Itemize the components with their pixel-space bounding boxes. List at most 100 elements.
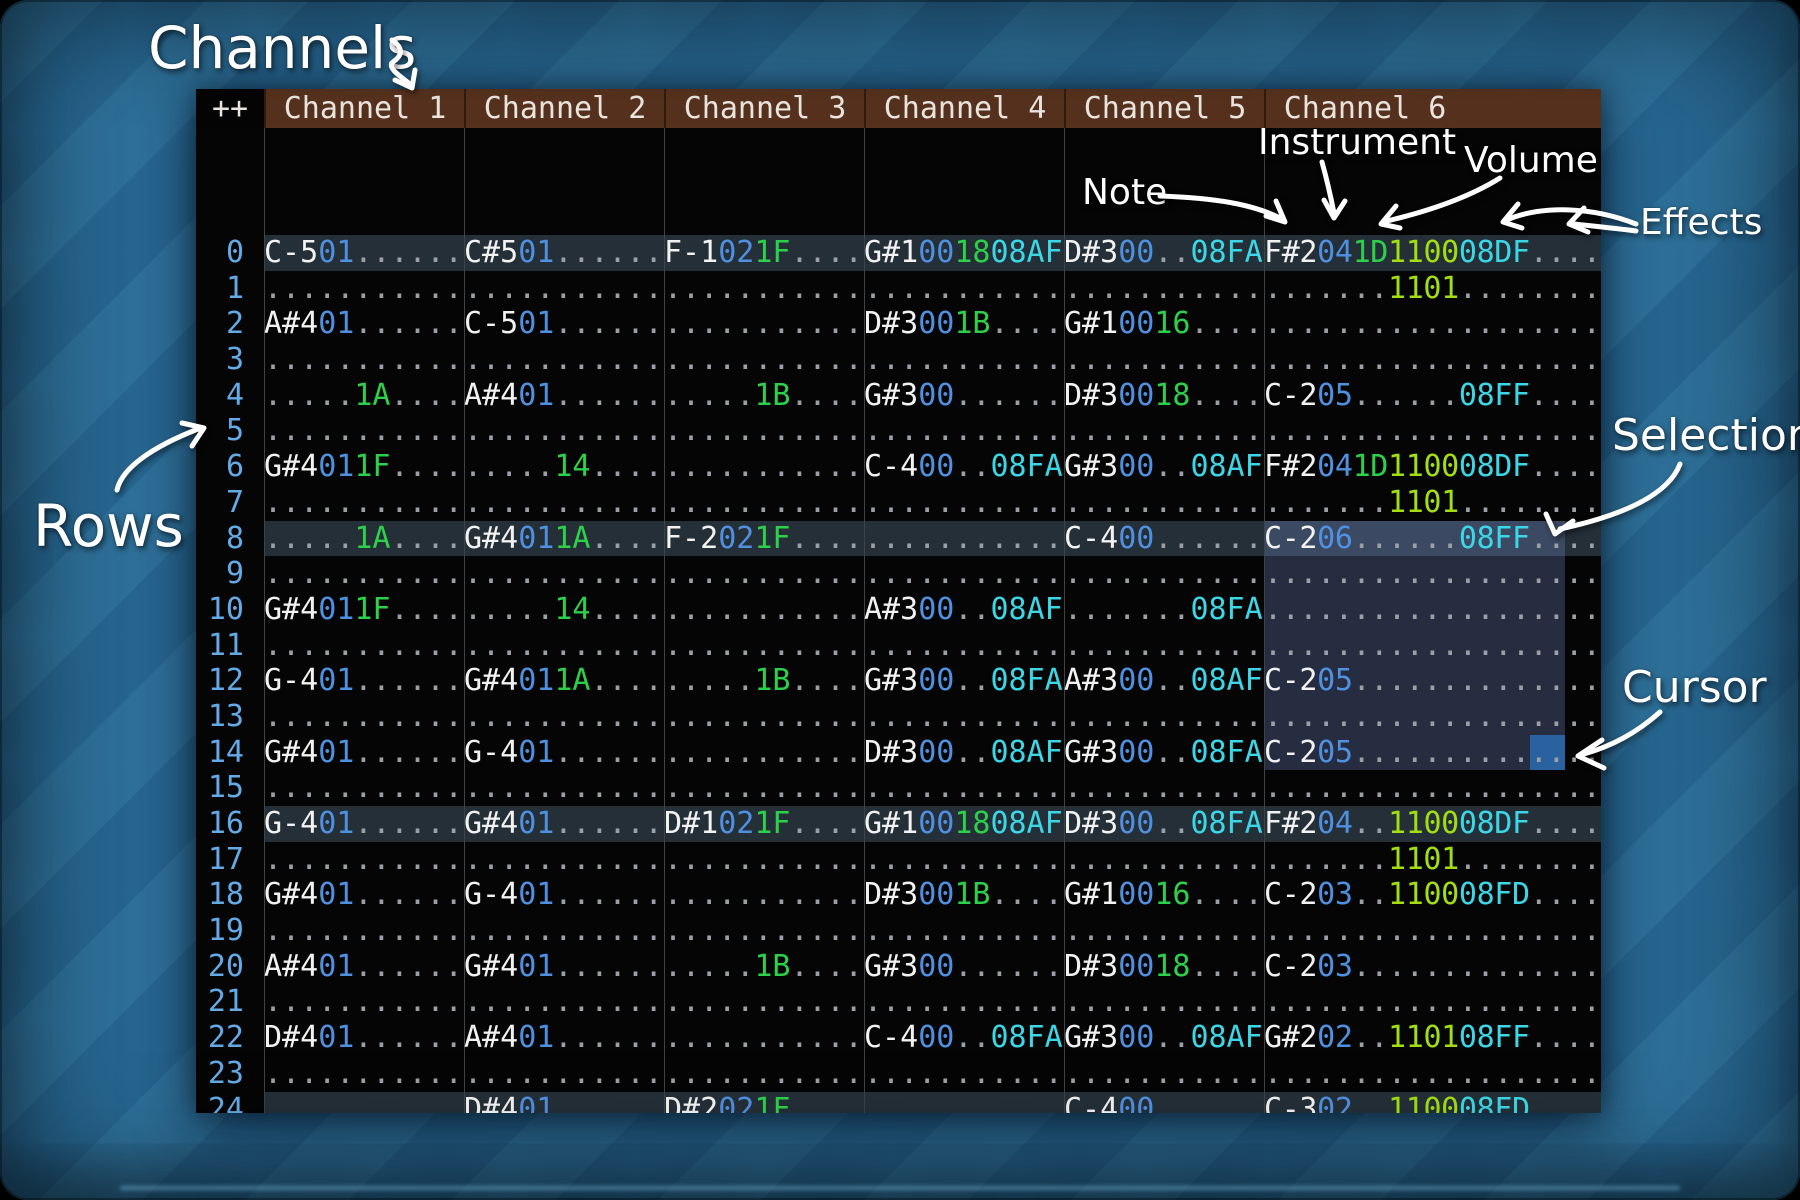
pattern-cell[interactable]: ................... <box>1264 984 1601 1020</box>
pattern-cell[interactable]: G-401...... <box>464 735 664 771</box>
pattern-cell[interactable]: ........... <box>264 485 464 521</box>
pattern-cell[interactable]: ........... <box>864 842 1064 878</box>
pattern-cell[interactable]: G#4011F.... <box>264 449 464 485</box>
pattern-cell[interactable]: D#30018.... <box>1064 949 1264 985</box>
pattern-cell[interactable]: ........... <box>864 1092 1064 1114</box>
pattern-cell[interactable]: ........... <box>864 521 1064 557</box>
pattern-cell[interactable]: ................... <box>1264 592 1601 628</box>
pattern-cell[interactable]: ........... <box>1064 842 1264 878</box>
pattern-cell[interactable]: ........... <box>1064 984 1264 1020</box>
pattern-cell[interactable]: ........... <box>464 1056 664 1092</box>
pattern-cell[interactable]: .....1B.... <box>664 378 864 414</box>
pattern-cell[interactable]: D#3001B.... <box>864 877 1064 913</box>
pattern-cell[interactable]: D#401...... <box>264 1020 464 1056</box>
pattern-cell[interactable]: G#300..08AF <box>1064 449 1264 485</box>
pattern-cell[interactable]: ................... <box>1264 1056 1601 1092</box>
pattern-cell[interactable]: ........... <box>664 699 864 735</box>
pattern-cell[interactable]: C#501...... <box>464 235 664 271</box>
pattern-cell[interactable]: .......1101........ <box>1264 842 1601 878</box>
pattern-cell[interactable]: ........... <box>264 984 464 1020</box>
pattern-cell[interactable]: A#300..08AF <box>1064 663 1264 699</box>
pattern-cell[interactable]: ........... <box>664 449 864 485</box>
pattern-cell[interactable]: ........... <box>864 628 1064 664</box>
pattern-cell[interactable]: G#4011F.... <box>264 592 464 628</box>
pattern-cell[interactable]: ........... <box>264 342 464 378</box>
pattern-cell[interactable]: C-205.............. <box>1264 663 1601 699</box>
pattern-cell[interactable]: ........... <box>464 271 664 307</box>
pattern-cell[interactable]: ........... <box>664 413 864 449</box>
channel-header[interactable]: Channel 6 <box>1264 89 1464 128</box>
pattern-cell[interactable]: ........... <box>664 306 864 342</box>
pattern-cell[interactable]: D#2021F.... <box>664 1092 864 1114</box>
pattern-cell[interactable]: ........... <box>464 485 664 521</box>
pattern-cell[interactable]: G#10016.... <box>1064 877 1264 913</box>
pattern-cell[interactable]: F#2041D110008DF.... <box>1264 235 1601 271</box>
pattern-cell[interactable]: ........... <box>664 842 864 878</box>
pattern-cell[interactable]: ........... <box>664 735 864 771</box>
pattern-cell[interactable]: A#401...... <box>264 306 464 342</box>
pattern-cell[interactable]: C-400..08FA <box>864 1020 1064 1056</box>
pattern-cell[interactable]: .....14.... <box>464 449 664 485</box>
pattern-cell[interactable]: ........... <box>664 271 864 307</box>
pattern-cell[interactable]: F-1021F.... <box>664 235 864 271</box>
pattern-cell[interactable]: ........... <box>464 413 664 449</box>
pattern-cell[interactable]: D#300..08AF <box>864 735 1064 771</box>
pattern-cell[interactable]: G#401...... <box>264 735 464 771</box>
pattern-cell[interactable]: ........... <box>464 342 664 378</box>
pattern-cell[interactable]: ........... <box>264 271 464 307</box>
pattern-cell[interactable]: D#300..08FA <box>1064 235 1264 271</box>
pattern-cell[interactable]: ........... <box>1064 413 1264 449</box>
pattern-cell[interactable]: ........... <box>864 413 1064 449</box>
pattern-cell[interactable]: G#202..110108FF.... <box>1264 1020 1601 1056</box>
pattern-cell[interactable]: G#300...... <box>864 378 1064 414</box>
pattern-cell[interactable]: ........... <box>264 1056 464 1092</box>
pattern-cell[interactable]: ........... <box>664 342 864 378</box>
pattern-cell[interactable]: ........... <box>1064 628 1264 664</box>
pattern-cell[interactable]: ........... <box>664 984 864 1020</box>
pattern-cell[interactable]: .......1101........ <box>1264 271 1601 307</box>
pattern-cell[interactable]: ........... <box>1064 699 1264 735</box>
pattern-cell[interactable]: ........... <box>1064 485 1264 521</box>
pattern-cell[interactable]: ................... <box>1264 306 1601 342</box>
channel-header[interactable]: Channel 2 <box>464 89 664 128</box>
pattern-cell[interactable]: G#401...... <box>264 877 464 913</box>
pattern-cell[interactable]: G-401...... <box>264 806 464 842</box>
pattern-cell[interactable]: ........... <box>464 984 664 1020</box>
pattern-cell[interactable]: G#1001808AF <box>864 235 1064 271</box>
pattern-cell[interactable]: ........... <box>464 699 664 735</box>
pattern-cell[interactable]: D#300..08FA <box>1064 806 1264 842</box>
pattern-cell[interactable]: ........... <box>264 842 464 878</box>
pattern-cell[interactable]: ........... <box>264 556 464 592</box>
pattern-cell[interactable]: ........... <box>664 556 864 592</box>
pattern-cell[interactable]: .....1A.... <box>264 521 464 557</box>
pattern-cell[interactable]: C-400..08FA <box>864 449 1064 485</box>
pattern-cell[interactable]: ........... <box>1064 770 1264 806</box>
pattern-cell[interactable]: ........... <box>1064 271 1264 307</box>
pattern-cell[interactable]: C-203..110008FD.... <box>1264 877 1601 913</box>
pattern-cell[interactable]: ........... <box>464 556 664 592</box>
pattern-cell[interactable]: A#401...... <box>264 949 464 985</box>
pattern-cell[interactable]: ........... <box>864 556 1064 592</box>
pattern-cell[interactable]: D#1021F.... <box>664 806 864 842</box>
pattern-cell[interactable]: C-206......08FF.... <box>1264 521 1601 557</box>
pattern-cell[interactable]: ........... <box>664 1056 864 1092</box>
pattern-cell[interactable]: ........... <box>1064 1056 1264 1092</box>
pattern-cell[interactable]: G#300..08FA <box>864 663 1064 699</box>
pattern-cell[interactable]: ........... <box>464 842 664 878</box>
pattern-cell[interactable]: ........... <box>264 699 464 735</box>
pattern-cell[interactable]: ........... <box>1064 342 1264 378</box>
pattern-cell[interactable]: ........... <box>664 485 864 521</box>
pattern-cell[interactable]: ........... <box>1064 556 1264 592</box>
pattern-cell[interactable]: ........... <box>864 271 1064 307</box>
pattern-cell[interactable]: ........... <box>664 877 864 913</box>
pattern-cell[interactable]: G-401...... <box>464 877 664 913</box>
pattern-cell[interactable]: F-2021F.... <box>664 521 864 557</box>
channel-header[interactable]: Channel 3 <box>664 89 864 128</box>
pattern-cell[interactable]: F#2041D110008DF.... <box>1264 449 1601 485</box>
pattern-cell[interactable]: C-400...... <box>1064 521 1264 557</box>
pattern-cell[interactable]: G#4011A.... <box>464 663 664 699</box>
pattern-cell[interactable]: ........... <box>864 699 1064 735</box>
pattern-cell[interactable]: G#300..08FA <box>1064 735 1264 771</box>
pattern-cell[interactable]: D#401...... <box>464 1092 664 1114</box>
pattern-cell[interactable]: C-400...... <box>1064 1092 1264 1114</box>
